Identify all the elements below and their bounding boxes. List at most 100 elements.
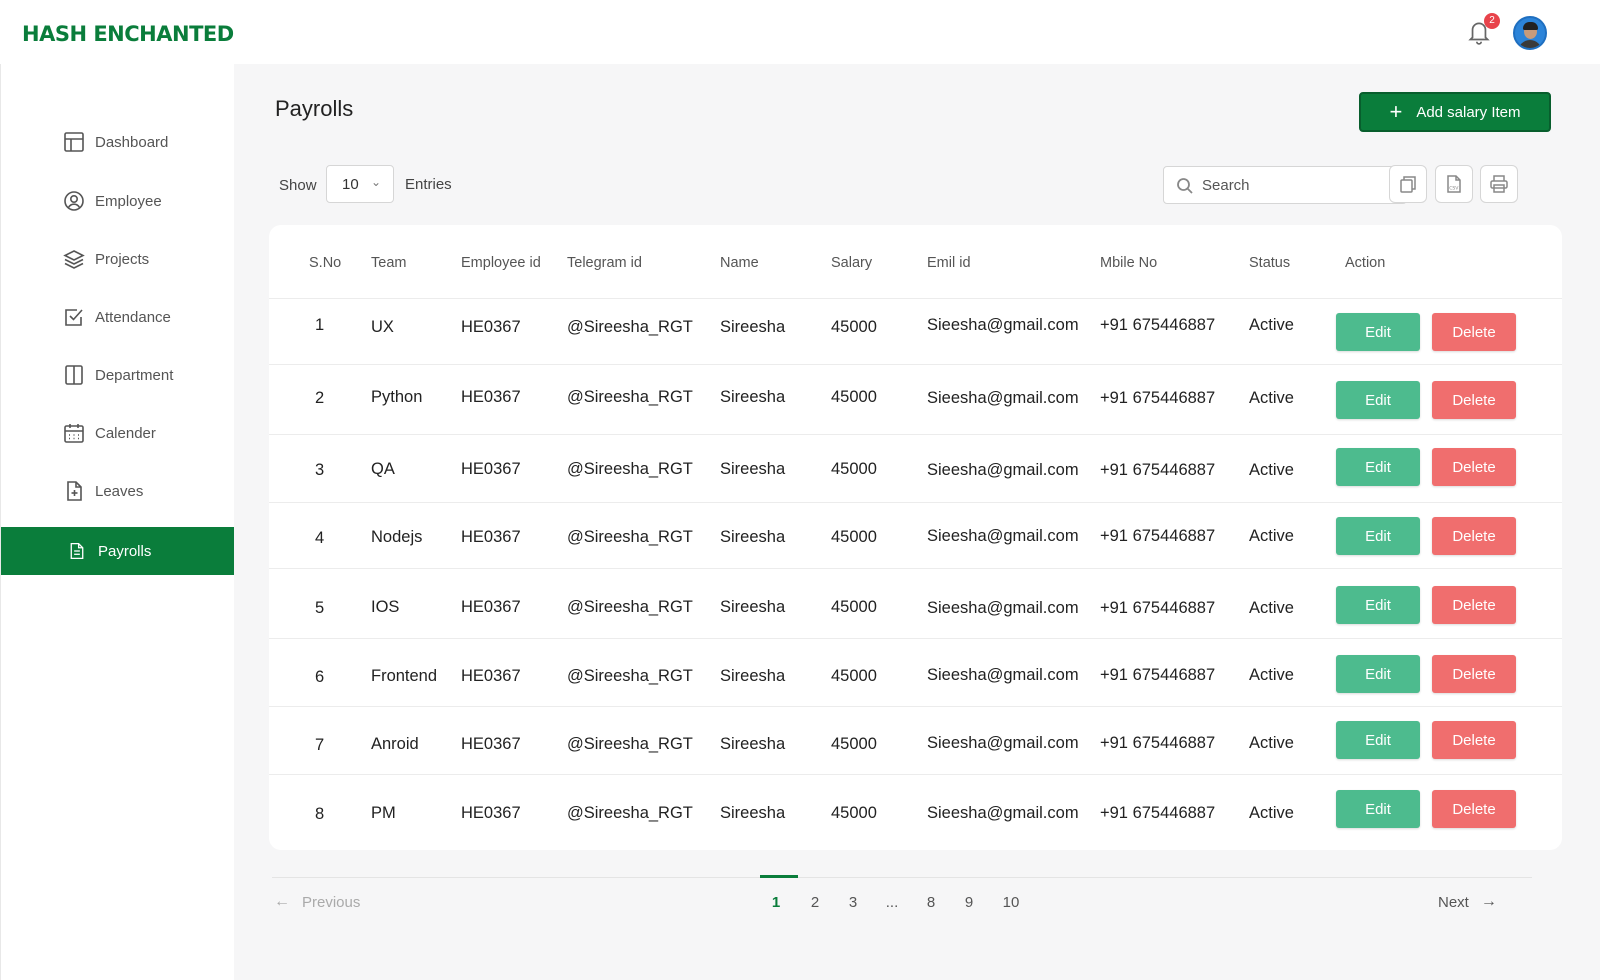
cell-status: Active — [1249, 666, 1294, 684]
columns-icon — [65, 365, 83, 385]
add-salary-item-label: Add salary Item — [1416, 103, 1521, 121]
delete-button[interactable]: Delete — [1432, 381, 1516, 419]
table-row: 1 UX HE0367 @Sireesha_RGT Sireesha 45000… — [269, 298, 1562, 364]
cell-telegram-id: @Sireesha_RGT — [567, 667, 693, 685]
page-ellipsis: ... — [885, 894, 899, 911]
column-header: Mbile No — [1100, 255, 1158, 271]
column-header: Status — [1249, 255, 1291, 271]
page-1[interactable]: 1 — [764, 894, 788, 911]
column-header: Telegram id — [567, 255, 642, 271]
cell-employee-id: HE0367 — [461, 318, 521, 336]
search-icon — [1177, 178, 1193, 194]
print-button[interactable] — [1480, 165, 1518, 203]
top-bar: HASH ENCHANTED 2 — [0, 0, 1600, 64]
delete-button[interactable]: Delete — [1432, 790, 1516, 828]
sidebar-item-calender[interactable]: Calender — [1, 409, 235, 457]
page-10[interactable]: 10 — [999, 894, 1023, 911]
cell-mobile: +91 675446887 — [1100, 599, 1216, 617]
layers-icon — [63, 250, 85, 269]
cell-employee-id: HE0367 — [461, 528, 521, 546]
cell-telegram-id: @Sireesha_RGT — [567, 598, 693, 616]
file-plus-icon — [67, 481, 82, 501]
add-salary-item-button[interactable]: + Add salary Item — [1359, 92, 1551, 132]
sidebar-item-leaves[interactable]: Leaves — [1, 467, 235, 515]
cell-sno: 1 — [315, 316, 325, 334]
cell-name: Sireesha — [720, 735, 786, 753]
copy-button[interactable] — [1389, 165, 1427, 203]
sidebar-item-label: Projects — [95, 250, 150, 268]
delete-button[interactable]: Delete — [1432, 586, 1516, 624]
table-row: 8 PM HE0367 @Sireesha_RGT Sireesha 45000… — [269, 774, 1562, 840]
cell-salary: 45000 — [831, 735, 877, 753]
edit-button[interactable]: Edit — [1336, 790, 1420, 828]
cell-telegram-id: @Sireesha_RGT — [567, 388, 693, 406]
edit-button[interactable]: Edit — [1336, 517, 1420, 555]
cell-salary: 45000 — [831, 667, 877, 685]
cell-employee-id: HE0367 — [461, 735, 521, 753]
cell-team: Anroid — [371, 735, 419, 753]
delete-button[interactable]: Delete — [1432, 721, 1516, 759]
delete-button[interactable]: Delete — [1432, 313, 1516, 351]
arrow-left-icon: ← — [274, 893, 290, 910]
page-2[interactable]: 2 — [803, 894, 827, 911]
cell-name: Sireesha — [720, 667, 786, 685]
document-icon — [70, 542, 84, 560]
cell-salary: 45000 — [831, 388, 877, 406]
entries-select[interactable]: 10 ⌄ — [326, 165, 394, 203]
notification-bell[interactable]: 2 — [1466, 13, 1500, 48]
page-3[interactable]: 3 — [841, 894, 865, 911]
delete-button[interactable]: Delete — [1432, 517, 1516, 555]
cell-team: UX — [371, 318, 394, 336]
cell-name: Sireesha — [720, 804, 786, 822]
edit-button[interactable]: Edit — [1336, 448, 1420, 486]
page-9[interactable]: 9 — [957, 894, 981, 911]
cell-email: Sieesha@gmail.com — [927, 666, 1079, 684]
previous-button[interactable]: ← Previous — [274, 893, 360, 911]
cell-salary: 45000 — [831, 460, 877, 478]
cell-mobile: +91 675446887 — [1100, 666, 1216, 684]
column-header: Emil id — [927, 255, 971, 271]
cell-team: Python — [371, 388, 423, 406]
page-8[interactable]: 8 — [919, 894, 943, 911]
next-button[interactable]: Next → — [1438, 893, 1497, 911]
cell-email: Sieesha@gmail.com — [927, 389, 1079, 407]
cell-name: Sireesha — [720, 388, 786, 406]
sidebar-item-label: Attendance — [95, 308, 171, 326]
next-label: Next — [1438, 893, 1469, 911]
edit-button[interactable]: Edit — [1336, 586, 1420, 624]
delete-button[interactable]: Delete — [1432, 655, 1516, 693]
table-row: 5 IOS HE0367 @Sireesha_RGT Sireesha 4500… — [269, 568, 1562, 638]
edit-button[interactable]: Edit — [1336, 721, 1420, 759]
edit-button[interactable]: Edit — [1336, 381, 1420, 419]
svg-text:CSV: CSV — [1449, 186, 1459, 192]
cell-mobile: +91 675446887 — [1100, 734, 1216, 752]
table-row: 7 Anroid HE0367 @Sireesha_RGT Sireesha 4… — [269, 706, 1562, 774]
delete-button[interactable]: Delete — [1432, 448, 1516, 486]
sidebar-item-attendance[interactable]: Attendance — [1, 293, 235, 341]
csv-export-button[interactable]: CSV — [1435, 165, 1473, 203]
cell-sno: 7 — [315, 736, 325, 754]
column-header: Name — [720, 255, 759, 271]
sidebar-item-employee[interactable]: Employee — [1, 177, 235, 225]
cell-telegram-id: @Sireesha_RGT — [567, 460, 693, 478]
sidebar-item-payrolls[interactable]: Payrolls — [1, 527, 235, 575]
user-avatar[interactable] — [1513, 16, 1547, 50]
sidebar-item-projects[interactable]: Projects — [1, 235, 235, 283]
app-logo[interactable]: HASH ENCHANTED — [22, 22, 234, 46]
cell-status: Active — [1249, 527, 1294, 545]
cell-mobile: +91 675446887 — [1100, 461, 1216, 479]
cell-team: Nodejs — [371, 528, 423, 546]
cell-sno: 3 — [315, 461, 325, 479]
printer-icon — [1490, 175, 1508, 193]
sidebar-item-dashboard[interactable]: Dashboard — [1, 118, 235, 166]
plus-icon: + — [1389, 99, 1403, 124]
cell-salary: 45000 — [831, 598, 877, 616]
edit-button[interactable]: Edit — [1336, 655, 1420, 693]
search-box[interactable] — [1163, 166, 1407, 204]
cell-sno: 5 — [315, 599, 325, 617]
entries-label: Entries — [405, 176, 452, 193]
search-input[interactable] — [1202, 167, 1398, 203]
edit-button[interactable]: Edit — [1336, 313, 1420, 351]
payroll-table: S.No Team Employee id Telegram id Name S… — [269, 225, 1562, 850]
sidebar-item-department[interactable]: Department — [1, 351, 235, 399]
